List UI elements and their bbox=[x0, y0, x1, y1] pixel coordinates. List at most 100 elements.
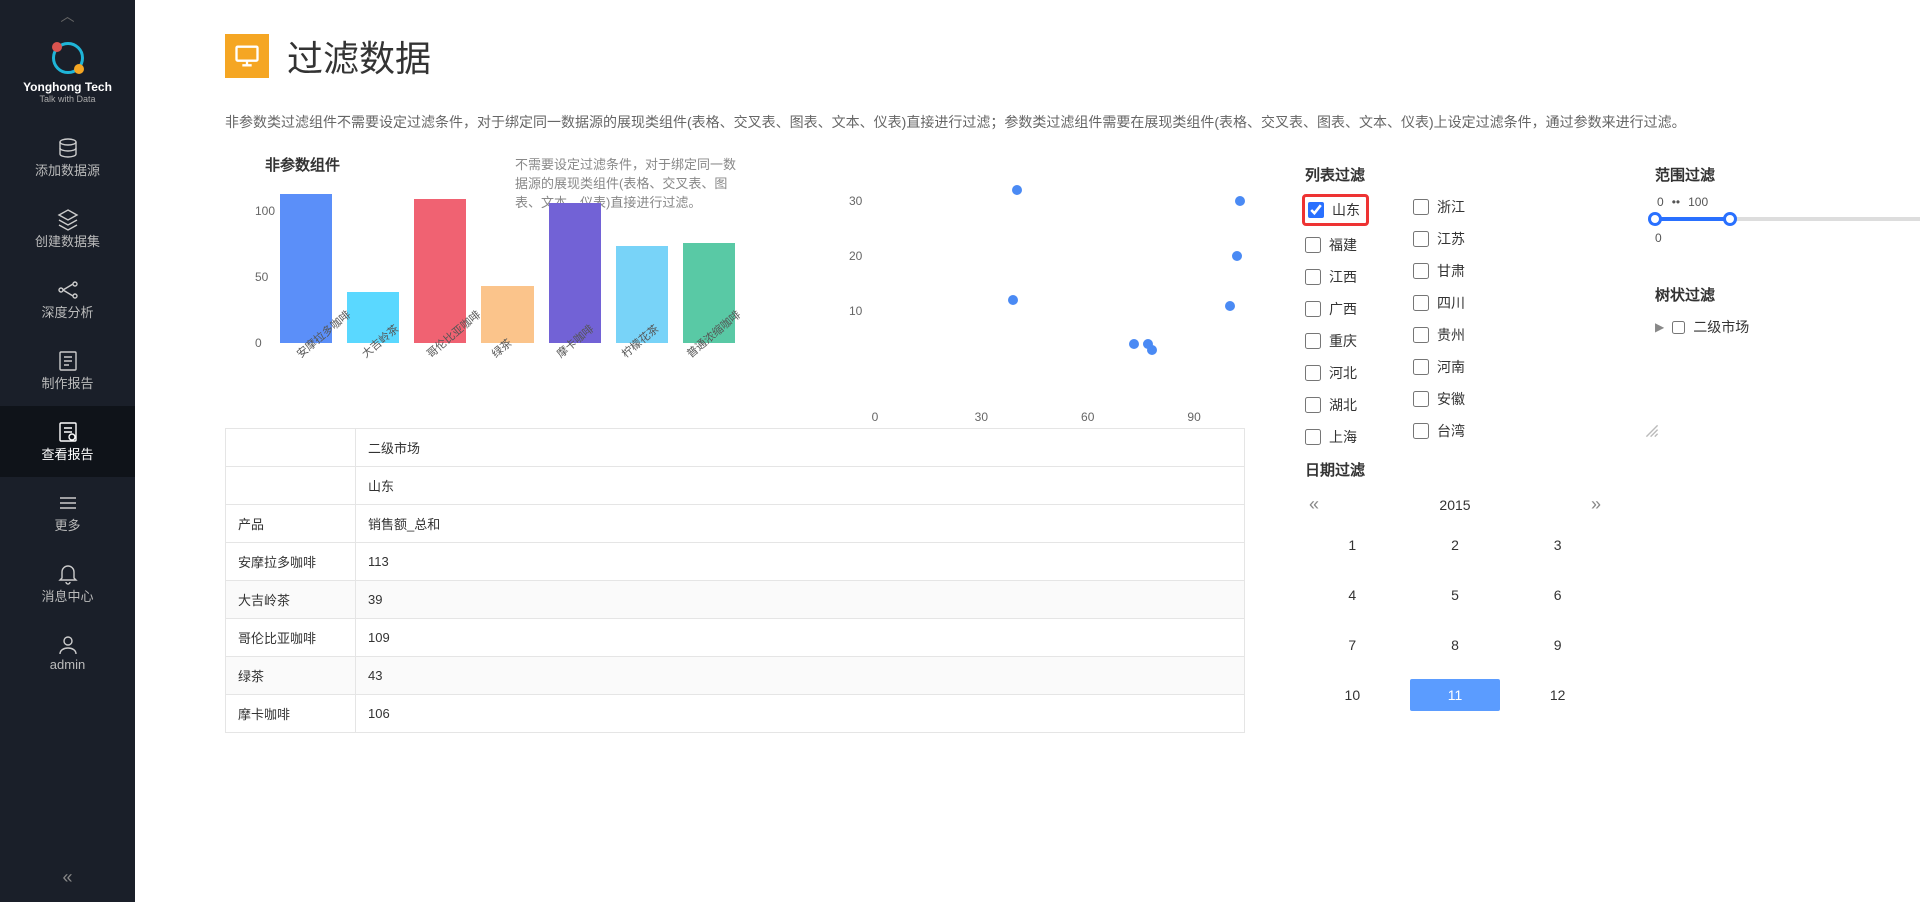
bar[interactable] bbox=[280, 194, 332, 343]
range-dots: •• bbox=[1672, 195, 1680, 209]
nav-notifications[interactable]: 消息中心 bbox=[0, 548, 135, 619]
scatter-point[interactable] bbox=[1235, 196, 1245, 206]
table-row[interactable]: 绿茶43 bbox=[226, 657, 1245, 695]
filter-checkbox-item[interactable]: 江苏 bbox=[1413, 229, 1465, 249]
filter-checkbox-item[interactable]: 浙江 bbox=[1413, 197, 1465, 217]
nav-user[interactable]: admin bbox=[0, 619, 135, 686]
nav-more[interactable]: 更多 bbox=[0, 477, 135, 548]
month-cell[interactable]: 7 bbox=[1307, 629, 1398, 661]
filter-resize-handle[interactable] bbox=[1645, 424, 1659, 443]
month-cell[interactable]: 11 bbox=[1410, 679, 1501, 711]
edit-report-icon bbox=[56, 349, 80, 373]
sidebar-collapse-icon[interactable]: « bbox=[62, 867, 72, 888]
checkbox-label: 贵州 bbox=[1437, 325, 1465, 345]
checkbox[interactable] bbox=[1305, 269, 1321, 285]
checkbox-label: 浙江 bbox=[1437, 197, 1465, 217]
brand-tagline: Talk with Data bbox=[39, 94, 95, 104]
checkbox[interactable] bbox=[1413, 295, 1429, 311]
tree-root-checkbox[interactable] bbox=[1672, 321, 1685, 334]
month-cell[interactable]: 12 bbox=[1512, 679, 1603, 711]
scatter-point[interactable] bbox=[1129, 339, 1139, 349]
checkbox[interactable] bbox=[1305, 237, 1321, 253]
sidebar: ︿ Yonghong Tech Talk with Data 添加数据源 创建数… bbox=[0, 0, 135, 902]
scatter-point[interactable] bbox=[1012, 185, 1022, 195]
filter-checkbox-item[interactable]: 山东 bbox=[1302, 194, 1369, 226]
checkbox[interactable] bbox=[1413, 263, 1429, 279]
scatter-xtick: 0 bbox=[872, 410, 879, 424]
year-prev[interactable]: « bbox=[1309, 494, 1319, 515]
scatter-point[interactable] bbox=[1232, 251, 1242, 261]
checkbox[interactable] bbox=[1305, 365, 1321, 381]
scatter-point[interactable] bbox=[1147, 345, 1157, 355]
filter-checkbox-item[interactable]: 甘肃 bbox=[1413, 261, 1465, 281]
filter-checkbox-item[interactable]: 湖北 bbox=[1305, 395, 1363, 415]
scatter-ytick: 30 bbox=[849, 194, 862, 208]
filter-checkbox-item[interactable]: 重庆 bbox=[1305, 331, 1363, 351]
checkbox-label: 广西 bbox=[1329, 299, 1357, 319]
checkbox[interactable] bbox=[1305, 397, 1321, 413]
table-row[interactable]: 哥伦比亚咖啡109 bbox=[226, 619, 1245, 657]
caret-right-icon: ▶ bbox=[1655, 320, 1664, 334]
filter-checkbox-item[interactable]: 安徽 bbox=[1413, 389, 1465, 409]
nodes-icon bbox=[56, 278, 80, 302]
tree-filter: 树状过滤 ▶ 二级市场 bbox=[1655, 284, 1920, 337]
month-cell[interactable]: 2 bbox=[1410, 529, 1501, 561]
checkbox-label: 江西 bbox=[1329, 267, 1357, 287]
checkbox[interactable] bbox=[1413, 327, 1429, 343]
filter-checkbox-item[interactable]: 四川 bbox=[1413, 293, 1465, 313]
checkbox[interactable] bbox=[1305, 429, 1321, 445]
year-next[interactable]: » bbox=[1591, 494, 1601, 515]
checkbox[interactable] bbox=[1305, 333, 1321, 349]
nav-make-report[interactable]: 制作报告 bbox=[0, 335, 135, 406]
nav-view-report[interactable]: 查看报告 bbox=[0, 406, 135, 477]
tree-root-item[interactable]: ▶ 二级市场 bbox=[1655, 317, 1920, 337]
filter-checkbox-item[interactable]: 台湾 bbox=[1413, 421, 1465, 441]
scatter-point[interactable] bbox=[1008, 295, 1018, 305]
checkbox[interactable] bbox=[1305, 301, 1321, 317]
table-row[interactable]: 大吉岭茶39 bbox=[226, 581, 1245, 619]
checkbox-label: 河南 bbox=[1437, 357, 1465, 377]
brand-name: Yonghong Tech bbox=[23, 80, 112, 94]
checkbox[interactable] bbox=[1413, 423, 1429, 439]
range-handle-low[interactable] bbox=[1648, 212, 1662, 226]
table-cell-value: 39 bbox=[356, 581, 1245, 619]
checkbox-label: 安徽 bbox=[1437, 389, 1465, 409]
month-cell[interactable]: 9 bbox=[1512, 629, 1603, 661]
checkbox-label: 重庆 bbox=[1329, 331, 1357, 351]
table-row[interactable]: 安摩拉多咖啡113 bbox=[226, 543, 1245, 581]
nav-deep-analysis[interactable]: 深度分析 bbox=[0, 264, 135, 335]
checkbox[interactable] bbox=[1413, 359, 1429, 375]
nav-label: admin bbox=[50, 657, 85, 672]
table-row[interactable]: 摩卡咖啡106 bbox=[226, 695, 1245, 733]
month-cell[interactable]: 6 bbox=[1512, 579, 1603, 611]
checkbox[interactable] bbox=[1413, 391, 1429, 407]
filter-checkbox-item[interactable]: 上海 bbox=[1305, 427, 1363, 447]
nav-add-datasource[interactable]: 添加数据源 bbox=[0, 122, 135, 193]
sidebar-expand-up[interactable]: ︿ bbox=[61, 0, 75, 32]
month-cell[interactable]: 4 bbox=[1307, 579, 1398, 611]
scatter-point[interactable] bbox=[1225, 301, 1235, 311]
bar[interactable] bbox=[549, 203, 601, 343]
range-handle-high[interactable] bbox=[1723, 212, 1737, 226]
filter-checkbox-item[interactable]: 福建 bbox=[1305, 235, 1363, 255]
checkbox[interactable] bbox=[1308, 202, 1324, 218]
filter-checkbox-item[interactable]: 贵州 bbox=[1413, 325, 1465, 345]
filter-checkbox-item[interactable]: 河南 bbox=[1413, 357, 1465, 377]
scatter-ytick: 20 bbox=[849, 249, 862, 263]
month-cell[interactable]: 3 bbox=[1512, 529, 1603, 561]
filter-checkbox-item[interactable]: 河北 bbox=[1305, 363, 1363, 383]
month-cell[interactable]: 8 bbox=[1410, 629, 1501, 661]
month-cell[interactable]: 10 bbox=[1307, 679, 1398, 711]
range-high-label: 100 bbox=[1688, 195, 1708, 209]
checkbox-label: 甘肃 bbox=[1437, 261, 1465, 281]
table-group1: 二级市场 bbox=[356, 429, 1245, 467]
checkbox[interactable] bbox=[1413, 231, 1429, 247]
nav-create-dataset[interactable]: 创建数据集 bbox=[0, 193, 135, 264]
filter-checkbox-item[interactable]: 江西 bbox=[1305, 267, 1363, 287]
filter-checkbox-item[interactable]: 广西 bbox=[1305, 299, 1363, 319]
checkbox[interactable] bbox=[1413, 199, 1429, 215]
month-cell[interactable]: 1 bbox=[1307, 529, 1398, 561]
range-slider[interactable] bbox=[1655, 213, 1920, 225]
month-cell[interactable]: 5 bbox=[1410, 579, 1501, 611]
tree-root-label: 二级市场 bbox=[1693, 317, 1749, 337]
